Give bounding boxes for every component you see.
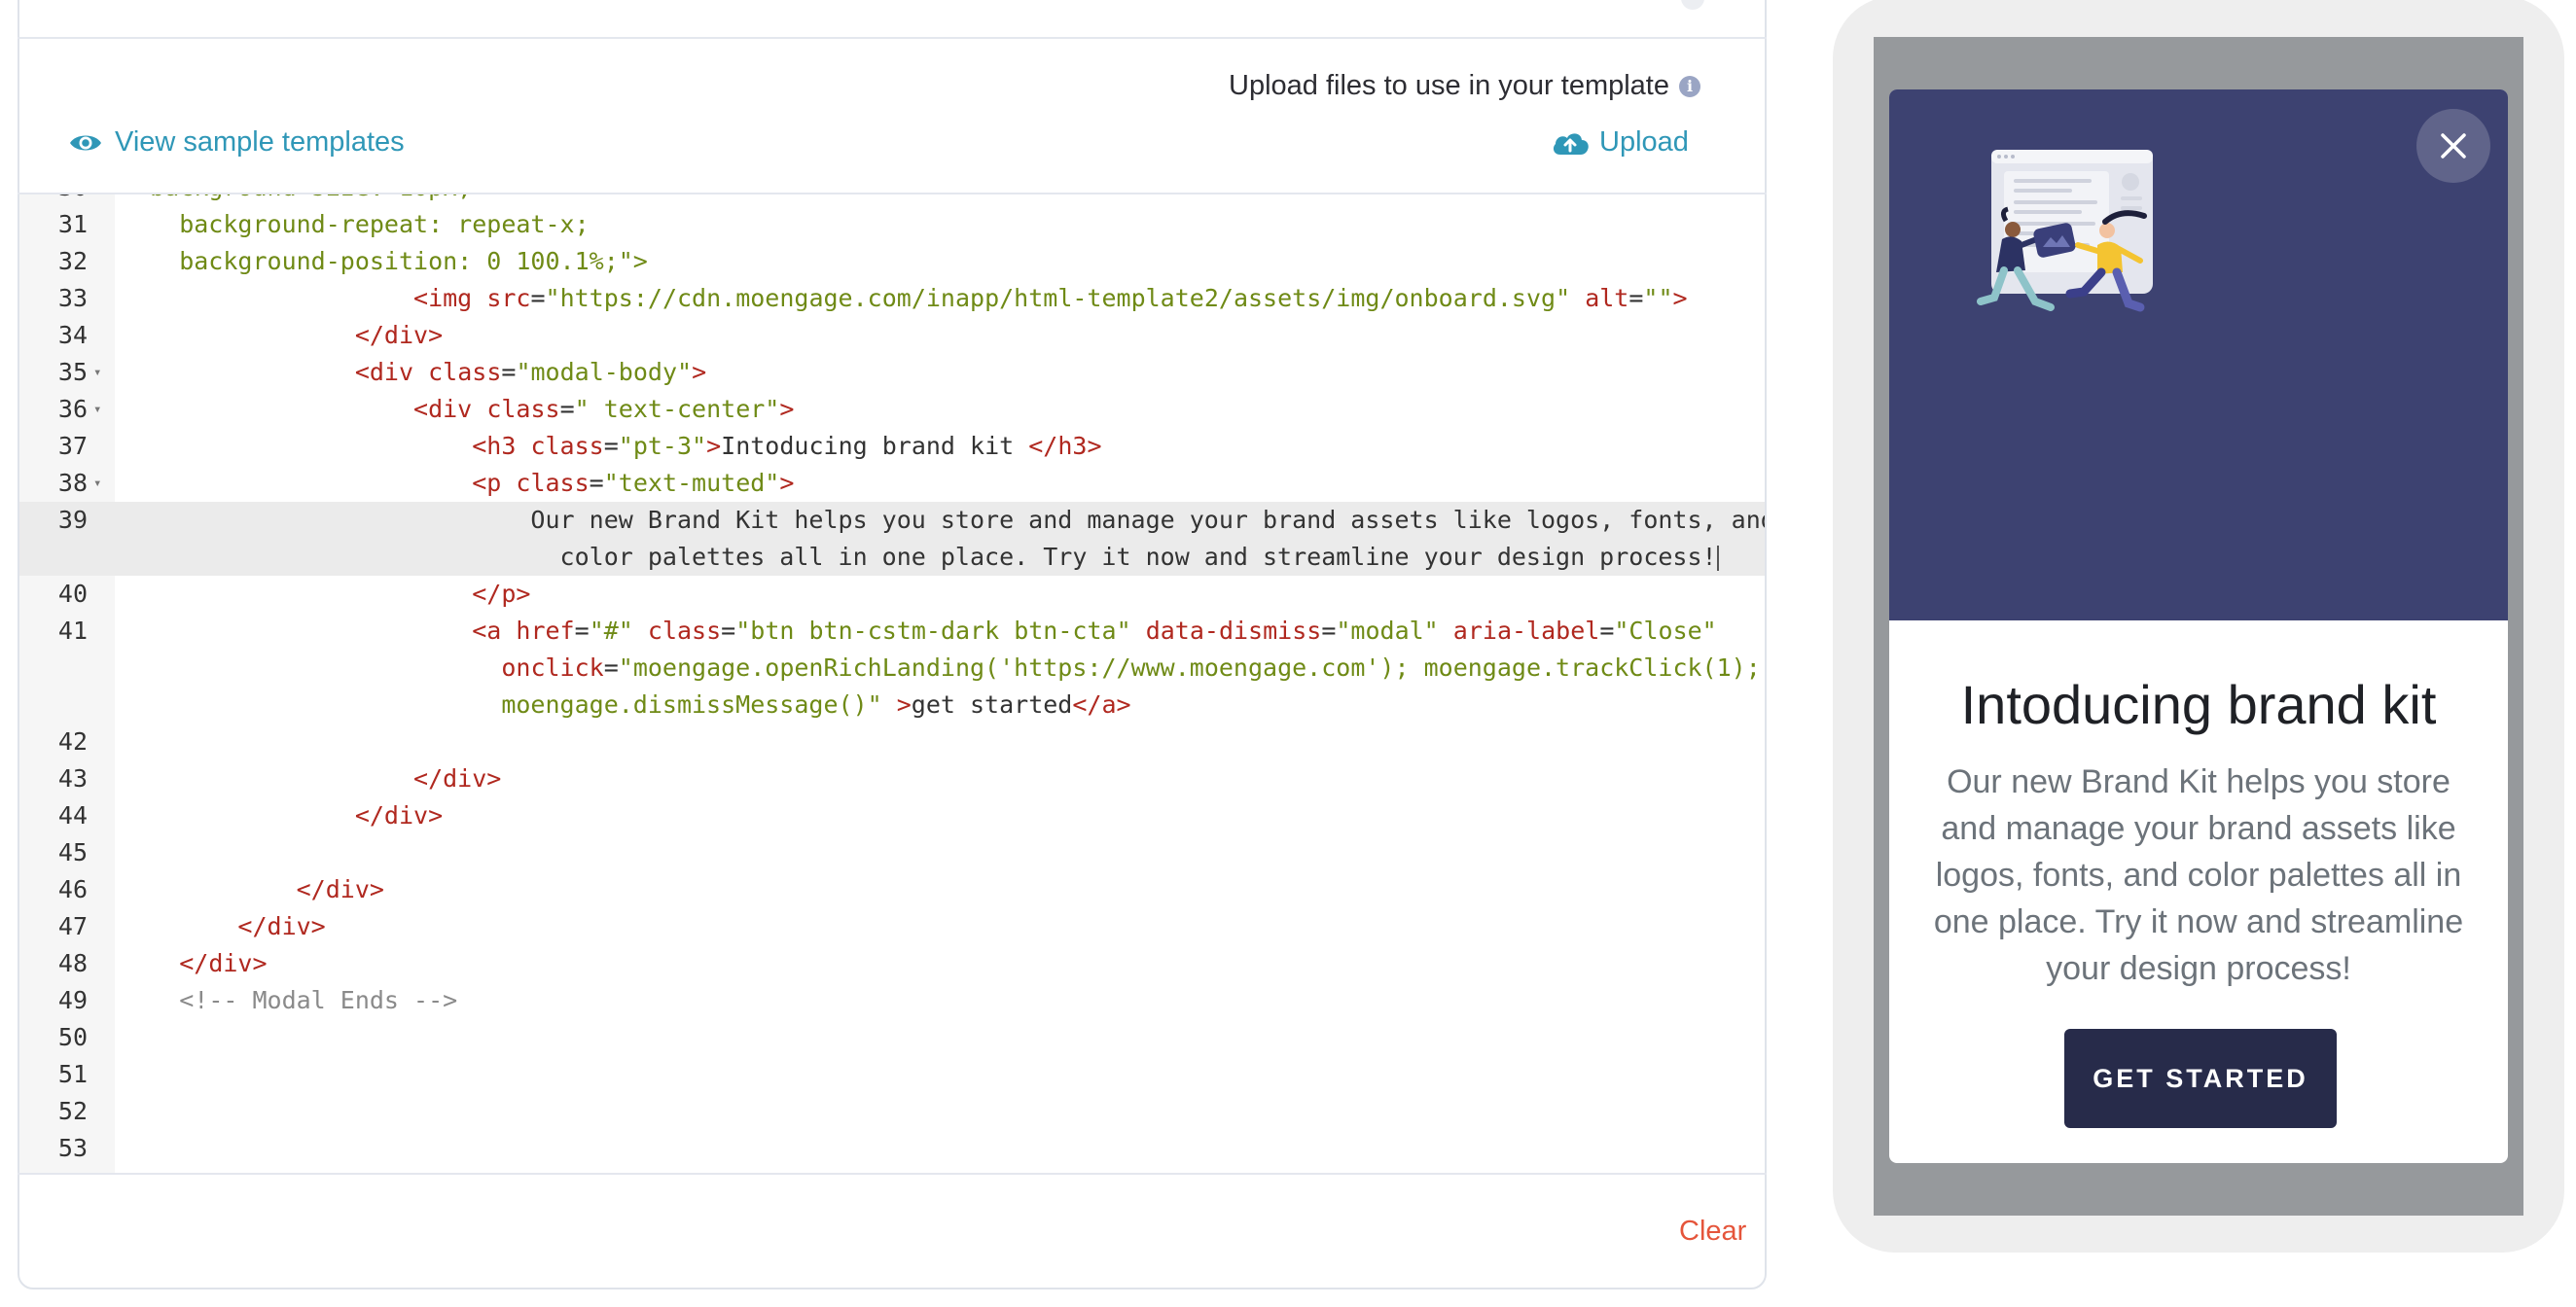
line-number: 34 [19, 317, 88, 354]
code-text: </div> [121, 317, 443, 354]
code-line[interactable]: 51 [19, 1056, 1765, 1093]
code-line[interactable]: 45 [19, 834, 1765, 871]
line-number: 51 [19, 1056, 88, 1093]
code-text: onclick="moengage.openRichLanding('https… [121, 650, 1761, 687]
editor-bottom-border [18, 1173, 1767, 1175]
line-number: 53 [19, 1130, 88, 1167]
code-text: </div> [121, 760, 501, 797]
code-text: <a href="#" class="btn btn-cstm-dark btn… [121, 613, 1717, 650]
line-number: 35 [19, 354, 88, 391]
fold-arrow-icon[interactable]: ▾ [93, 391, 101, 428]
code-line[interactable]: 52 [19, 1093, 1765, 1130]
code-text: </div> [121, 945, 268, 982]
modal-title: Intoducing brand kit [1889, 673, 2508, 736]
code-line[interactable]: 38▾ <p class="text-muted"> [19, 465, 1765, 502]
code-text: background-position: 0 100.1%;"> [121, 243, 648, 280]
code-line[interactable]: 53 [19, 1130, 1765, 1167]
code-text: </div> [121, 797, 443, 834]
code-line[interactable]: 47 </div> [19, 908, 1765, 945]
code-line[interactable]: 41 <a href="#" class="btn btn-cstm-dark … [19, 613, 1765, 650]
line-number: 37 [19, 428, 88, 465]
view-sample-templates-link[interactable]: View sample templates [68, 126, 405, 159]
close-icon [2436, 128, 2471, 163]
code-text: </div> [121, 871, 384, 908]
line-number: 30 [19, 194, 88, 206]
line-number: 44 [19, 797, 88, 834]
code-line[interactable]: moengage.dismissMessage()" >get started<… [19, 687, 1765, 724]
upload-hint-label: Upload files to use in your template [1229, 70, 1669, 102]
line-number: 38 [19, 465, 88, 502]
code-text: <img src="https://cdn.moengage.com/inapp… [121, 280, 1688, 317]
view-sample-templates-label: View sample templates [115, 126, 405, 159]
line-number: 46 [19, 871, 88, 908]
upload-hint: Upload files to use in your template i [1229, 70, 1700, 102]
line-number: 48 [19, 945, 88, 982]
fold-arrow-icon[interactable]: ▾ [93, 354, 101, 391]
code-text: <div class="modal-body"> [121, 354, 706, 391]
onboard-illustration [1889, 89, 2508, 620]
line-number: 32 [19, 243, 88, 280]
code-text: color palettes all in one place. Try it … [121, 539, 1719, 576]
code-line[interactable]: 32 background-position: 0 100.1%;"> [19, 243, 1765, 280]
fold-arrow-icon[interactable]: ▾ [93, 465, 101, 502]
code-line[interactable]: 46 </div> [19, 871, 1765, 908]
line-number: 45 [19, 834, 88, 871]
code-line[interactable]: 49 <!-- Modal Ends --> [19, 982, 1765, 1019]
code-line[interactable]: 35▾ <div class="modal-body"> [19, 354, 1765, 391]
upload-button[interactable]: Upload [1551, 126, 1689, 159]
code-line[interactable]: 43 </div> [19, 760, 1765, 797]
top-divider [18, 37, 1767, 39]
line-number: 49 [19, 982, 88, 1019]
upload-label: Upload [1599, 126, 1689, 159]
line-number: 43 [19, 760, 88, 797]
get-started-button[interactable]: GET STARTED [2064, 1029, 2337, 1128]
close-button[interactable] [2416, 109, 2490, 183]
line-number: 52 [19, 1093, 88, 1130]
code-text: background-size: 10px; [121, 194, 472, 206]
code-line[interactable]: 44 </div> [19, 797, 1765, 834]
code-text: background-repeat: repeat-x; [121, 206, 590, 243]
line-number: 40 [19, 576, 88, 613]
code-line[interactable]: 42 [19, 724, 1765, 760]
code-text: <p class="text-muted"> [121, 465, 794, 502]
clear-button[interactable]: Clear [1679, 1216, 1746, 1248]
code-line[interactable]: 31 background-repeat: repeat-x; [19, 206, 1765, 243]
code-text: <div class=" text-center"> [121, 391, 794, 428]
modal-hero [1889, 89, 2508, 620]
code-line[interactable]: onclick="moengage.openRichLanding('https… [19, 650, 1765, 687]
code-line[interactable]: 39 Our new Brand Kit helps you store and… [19, 502, 1765, 539]
line-number: 50 [19, 1019, 88, 1056]
code-line[interactable]: 30 background-size: 10px; [19, 194, 1765, 206]
line-number: 39 [19, 502, 88, 539]
code-line[interactable]: 48 </div> [19, 945, 1765, 982]
code-line[interactable]: 37 <h3 class="pt-3">Intoducing brand kit… [19, 428, 1765, 465]
preview-modal: Intoducing brand kit Our new Brand Kit h… [1889, 89, 2508, 1163]
code-text: moengage.dismissMessage()" >get started<… [121, 687, 1131, 724]
modal-description: Our new Brand Kit helps you store and ma… [1924, 759, 2473, 992]
code-line[interactable]: color palettes all in one place. Try it … [19, 539, 1765, 576]
code-editor[interactable]: 30 background-size: 10px;31 background-r… [19, 194, 1765, 1173]
code-text: <!-- Modal Ends --> [121, 982, 457, 1019]
code-text: </div> [121, 908, 326, 945]
line-number: 47 [19, 908, 88, 945]
line-number: 36 [19, 391, 88, 428]
eye-icon [68, 131, 103, 155]
code-line[interactable]: 40 </p> [19, 576, 1765, 613]
code-line[interactable]: 33 <img src="https://cdn.moengage.com/in… [19, 280, 1765, 317]
code-text: </p> [121, 576, 530, 613]
code-line[interactable]: 36▾ <div class=" text-center"> [19, 391, 1765, 428]
code-line[interactable]: 34 </div> [19, 317, 1765, 354]
line-number: 31 [19, 206, 88, 243]
code-line[interactable]: 50 [19, 1019, 1765, 1056]
line-number: 41 [19, 613, 88, 650]
line-number: 42 [19, 724, 88, 760]
code-text: Our new Brand Kit helps you store and ma… [121, 502, 1765, 539]
info-icon[interactable]: i [1679, 76, 1700, 97]
line-number: 33 [19, 280, 88, 317]
cloud-upload-icon [1551, 129, 1590, 157]
code-text: <h3 class="pt-3">Intoducing brand kit </… [121, 428, 1102, 465]
